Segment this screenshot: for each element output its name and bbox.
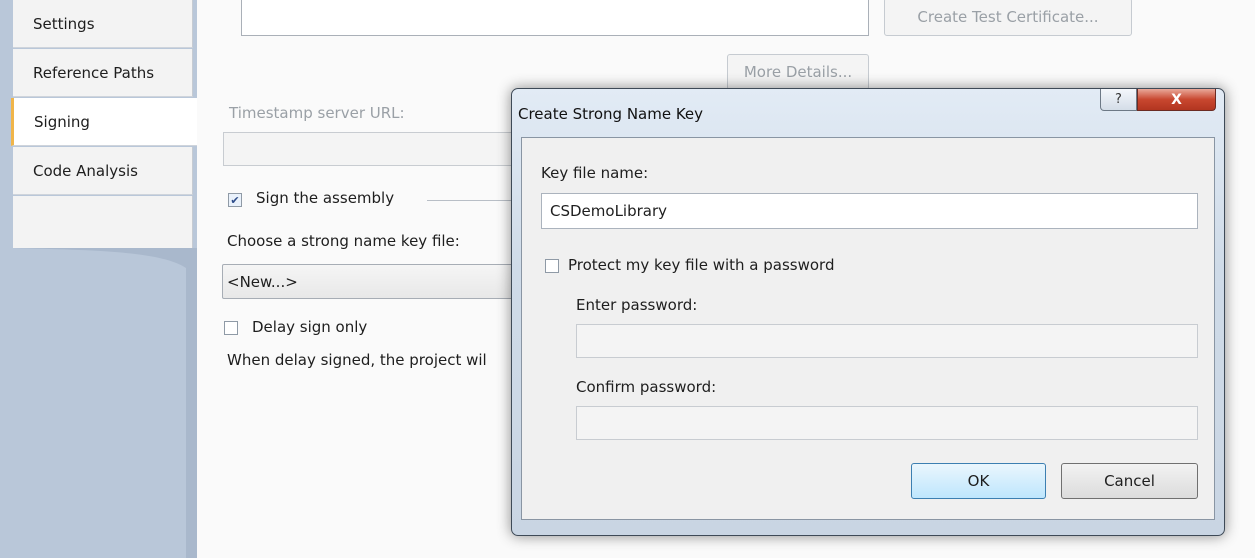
tab-settings-label: Settings xyxy=(33,14,95,33)
delay-sign-label: Delay sign only xyxy=(252,318,368,336)
dialog-content: Key file name: CSDemoLibrary Protect my … xyxy=(521,137,1215,520)
tab-reference-paths[interactable]: Reference Paths xyxy=(13,49,193,97)
help-button[interactable]: ? xyxy=(1100,89,1137,111)
tab-settings[interactable]: Settings xyxy=(13,0,193,48)
create-test-certificate-button[interactable]: Create Test Certificate... xyxy=(884,0,1132,36)
ok-button[interactable]: OK xyxy=(911,463,1046,499)
enter-password-input[interactable] xyxy=(576,324,1198,358)
cancel-button[interactable]: Cancel xyxy=(1061,463,1198,499)
close-icon: X xyxy=(1171,91,1182,108)
tab-rail-empty-area xyxy=(13,196,193,248)
certificate-textbox[interactable] xyxy=(241,0,869,36)
protect-password-label: Protect my key file with a password xyxy=(568,256,835,274)
key-file-dropdown[interactable]: <New...> xyxy=(222,264,522,299)
ok-label: OK xyxy=(967,472,990,490)
key-file-dropdown-value: <New...> xyxy=(227,272,298,291)
key-file-name-value: CSDemoLibrary xyxy=(550,202,668,220)
confirm-password-input[interactable] xyxy=(576,406,1198,440)
tab-signing[interactable]: Signing xyxy=(11,98,197,146)
delay-sign-checkbox[interactable] xyxy=(224,321,238,335)
dialog-title: Create Strong Name Key xyxy=(518,105,704,123)
key-file-name-input[interactable]: CSDemoLibrary xyxy=(541,193,1198,229)
timestamp-server-url-input[interactable] xyxy=(223,132,523,166)
sign-assembly-group-divider xyxy=(427,200,517,201)
close-button[interactable]: X xyxy=(1137,89,1216,111)
checkmark-icon: ✔ xyxy=(230,193,240,207)
timestamp-server-url-label: Timestamp server URL: xyxy=(229,104,405,122)
help-icon: ? xyxy=(1115,92,1122,107)
tab-code-analysis[interactable]: Code Analysis xyxy=(13,147,193,195)
sign-assembly-checkbox[interactable]: ✔ xyxy=(228,193,242,207)
protect-password-checkbox[interactable] xyxy=(545,259,559,273)
create-strong-name-key-dialog: Create Strong Name Key ? X Key file name… xyxy=(511,88,1225,536)
create-test-certificate-label: Create Test Certificate... xyxy=(917,8,1099,26)
tab-code-analysis-label: Code Analysis xyxy=(33,161,138,180)
tab-signing-label: Signing xyxy=(34,112,90,131)
cancel-label: Cancel xyxy=(1104,472,1155,490)
more-details-label: More Details... xyxy=(743,63,853,81)
key-file-name-label: Key file name: xyxy=(541,164,649,182)
sign-assembly-label: Sign the assembly xyxy=(256,189,395,207)
more-details-button[interactable]: More Details... xyxy=(727,54,869,90)
tab-reference-paths-label: Reference Paths xyxy=(33,63,155,82)
enter-password-label: Enter password: xyxy=(576,296,698,314)
confirm-password-label: Confirm password: xyxy=(576,378,717,396)
delay-sign-note: When delay signed, the project wil xyxy=(227,351,487,369)
choose-key-file-label: Choose a strong name key file: xyxy=(227,232,460,250)
project-tab-rail: Settings Reference Paths Signing Code An… xyxy=(0,0,197,558)
